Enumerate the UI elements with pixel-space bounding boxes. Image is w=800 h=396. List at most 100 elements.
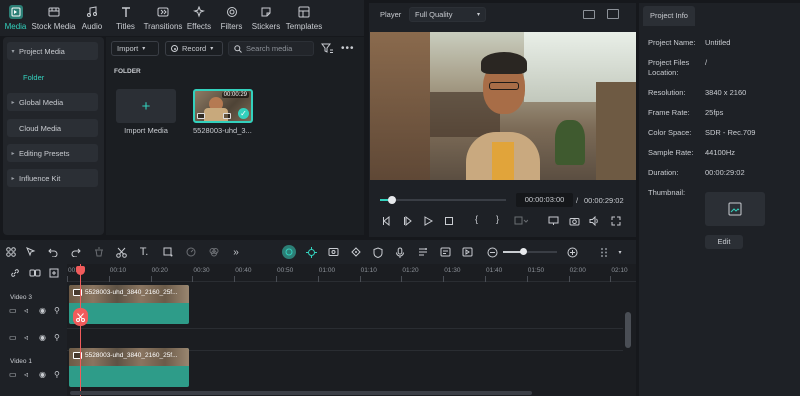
record-dropdown[interactable]: Record ▾ [165, 41, 223, 56]
grid-view-icon[interactable] [583, 10, 595, 19]
snap-magnet-icon[interactable] [305, 246, 317, 258]
tab-project-info[interactable]: Project Info [643, 6, 695, 26]
eye-icon[interactable]: ◉ [39, 306, 46, 315]
color-match-icon[interactable] [208, 246, 220, 258]
zoom-slider[interactable] [503, 248, 557, 255]
playback-scrubber-handle[interactable] [387, 196, 396, 204]
speed-icon[interactable] [185, 246, 197, 258]
auto-reframe-icon[interactable] [327, 246, 339, 258]
sidebar-item-global-media[interactable]: ▸ Global Media [7, 93, 98, 111]
timeline-clip-video1[interactable]: 5528003-uhd_3840_2160_25f... [69, 348, 189, 387]
display-monitor-icon[interactable] [548, 216, 559, 226]
undo-icon[interactable] [47, 246, 59, 258]
split-scissors-icon[interactable] [115, 246, 127, 258]
mark-out-icon[interactable]: } [496, 214, 499, 224]
playhead-handle[interactable] [76, 266, 85, 275]
microphone-icon[interactable] [394, 246, 406, 258]
lock-icon[interactable]: ⚲ [54, 306, 60, 315]
sidebar-item-project-media[interactable]: ▾ Project Media [7, 42, 98, 60]
eye-icon[interactable]: ◉ [39, 333, 46, 342]
tab-stickers[interactable]: Stickers [248, 0, 284, 36]
snapshot-image-icon[interactable] [607, 9, 619, 19]
previous-frame-icon[interactable] [382, 216, 392, 226]
fullscreen-icon[interactable] [611, 216, 621, 226]
stop-icon[interactable] [444, 216, 454, 226]
media-clip-thumbnail[interactable]: 00:00:29 ✓ [193, 89, 253, 123]
sidebar-item-label: Editing Presets [19, 148, 70, 158]
playhead-line[interactable] [80, 264, 81, 396]
camera-snapshot-icon[interactable] [569, 216, 580, 226]
ai-feature-icon[interactable] [282, 245, 296, 259]
current-time-display[interactable]: 00:00:03:00 [516, 193, 573, 207]
tab-filters[interactable]: Filters [215, 0, 248, 36]
lock-icon[interactable]: ⚲ [54, 370, 60, 379]
tab-titles[interactable]: Titles [108, 0, 143, 36]
track-manager-icon[interactable] [29, 268, 41, 278]
timeline-layout-icon[interactable] [598, 246, 610, 258]
vertical-scrollbar[interactable] [625, 312, 631, 348]
crop-icon[interactable] [162, 246, 174, 258]
horizontal-scrollbar[interactable] [70, 391, 532, 395]
timeline-ruler[interactable]: 00:0000:1000:2000:3000:4000:5001:0001:10… [67, 264, 636, 282]
select-tool-icon[interactable] [25, 246, 37, 258]
delete-icon[interactable] [93, 246, 105, 258]
play-icon[interactable] [423, 216, 433, 226]
sidebar-item-cloud-media[interactable]: Cloud Media [7, 119, 98, 137]
folder-icon[interactable]: ▭ [9, 306, 17, 315]
insert-media-icon[interactable] [461, 246, 473, 258]
speaker-icon[interactable]: ◃ [24, 333, 28, 342]
tab-effects[interactable]: Effects [183, 0, 215, 36]
more-tools-icon[interactable]: » [230, 246, 242, 258]
search-input[interactable]: Search media [228, 41, 314, 56]
shield-icon[interactable] [372, 246, 384, 258]
info-value: 44100Hz [705, 148, 736, 157]
text-tool-icon[interactable]: T. [138, 246, 150, 258]
timeline-area: 00:0000:1000:2000:3000:4000:5001:0001:10… [0, 264, 636, 396]
tab-audio[interactable]: Audio [76, 0, 108, 36]
split-marker[interactable] [73, 308, 88, 326]
lock-icon[interactable]: ⚲ [54, 333, 60, 342]
folder-icon[interactable]: ▭ [9, 370, 17, 379]
ruler-tick-mark [192, 276, 194, 282]
redo-icon[interactable] [70, 246, 82, 258]
more-options-icon[interactable]: ••• [341, 43, 355, 54]
import-media-tile[interactable]: + [116, 89, 176, 123]
tab-label: Titles [116, 22, 135, 31]
tab-transitions[interactable]: Transitions [143, 0, 183, 36]
sidebar-item-influence-kit[interactable]: ▸ Influence Kit [7, 169, 98, 187]
zoom-slider-handle[interactable] [520, 248, 527, 255]
link-icon[interactable] [10, 268, 20, 278]
layout-grid-icon[interactable] [5, 246, 17, 258]
add-track-icon[interactable] [49, 268, 60, 278]
volume-icon[interactable] [589, 216, 600, 226]
tab-media[interactable]: Media [0, 0, 31, 36]
audio-mixer-icon[interactable] [417, 246, 429, 258]
zoom-in-icon[interactable] [566, 246, 578, 258]
speaker-icon[interactable]: ◃ [24, 370, 28, 379]
chevron-down-icon[interactable]: ▾ [614, 246, 626, 258]
folder-icon[interactable]: ▭ [9, 333, 17, 342]
import-dropdown[interactable]: Import ▾ [111, 41, 159, 56]
speaker-icon[interactable]: ◃ [24, 306, 28, 315]
voiceover-text-icon[interactable] [439, 246, 451, 258]
zoom-out-icon[interactable] [486, 246, 498, 258]
tab-stock-media[interactable]: Stock Media [31, 0, 76, 36]
search-icon [234, 44, 242, 53]
mark-in-icon[interactable]: { [475, 214, 478, 224]
tab-templates[interactable]: Templates [284, 0, 324, 36]
next-frame-icon[interactable] [403, 216, 413, 226]
preview-glasses [489, 82, 519, 90]
playback-progress-track[interactable] [380, 196, 506, 204]
info-value: 25fps [705, 108, 724, 117]
filter-icon[interactable] [321, 43, 333, 54]
tab-label: Stock Media [31, 22, 76, 31]
sidebar-item-folder[interactable]: Folder [7, 68, 98, 86]
eye-icon[interactable]: ◉ [39, 370, 46, 379]
ruler-tick-label: 01:10 [360, 267, 377, 274]
edit-thumbnail-button[interactable]: Edit [705, 235, 743, 249]
quality-dropdown[interactable]: Full Quality ▾ [409, 7, 486, 22]
ruler-tick-mark [276, 276, 277, 282]
sidebar-item-editing-presets[interactable]: ▸ Editing Presets [7, 144, 98, 162]
keyframe-icon[interactable] [350, 246, 362, 258]
clip-marker-icon[interactable] [514, 216, 528, 226]
